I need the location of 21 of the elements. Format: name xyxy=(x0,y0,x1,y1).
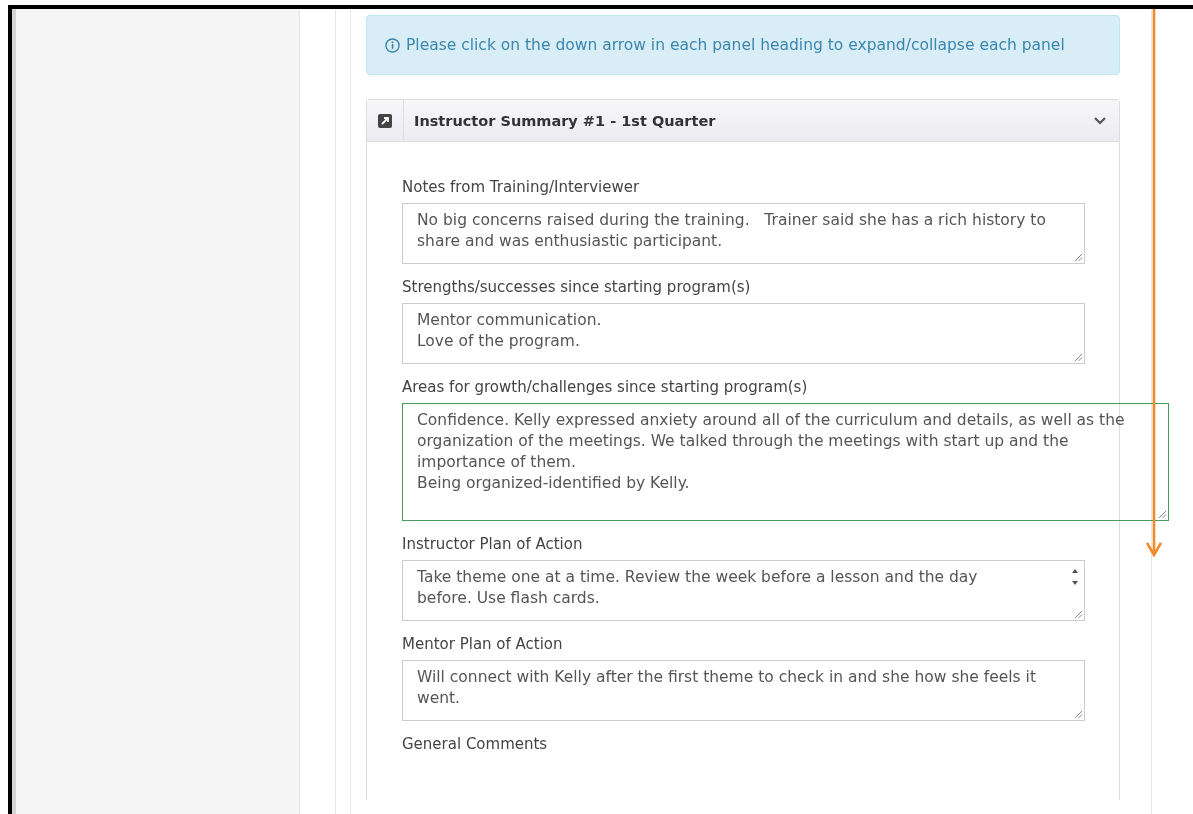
info-icon xyxy=(385,38,400,53)
field-label: Mentor Plan of Action xyxy=(402,635,564,653)
resize-grip-icon[interactable] xyxy=(1074,710,1083,719)
field-label: General Comments xyxy=(402,735,549,753)
resize-grip-icon[interactable] xyxy=(1074,353,1083,362)
panel-title: Instructor Summary #1 - 1st Quarter xyxy=(414,112,717,129)
external-link-icon[interactable] xyxy=(378,113,392,128)
resize-grip-icon[interactable] xyxy=(1074,253,1083,262)
field-label: Notes from Training/Interviewer xyxy=(402,178,641,196)
field-label: Areas for growth/challenges since starting program(s) xyxy=(402,378,809,396)
text-area[interactable]: No big concerns raised during the training. Trainer said she has a rich history to share and was enthusiastic participant. xyxy=(402,203,1085,264)
alert-text: Please click on the down arrow in each panel heading to expand/collapse each panel xyxy=(406,35,1065,56)
text-area[interactable]: Take theme one at a time. Review the week before a lesson and the day before. Use flash cards. xyxy=(402,560,1085,621)
chevron-down-icon[interactable] xyxy=(1093,115,1107,126)
text-area[interactable]: Mentor communication. Love of the program. xyxy=(402,303,1085,364)
field-label: Strengths/successes since starting program(s) xyxy=(402,278,752,296)
resize-grip-icon[interactable] xyxy=(1074,610,1083,619)
text-area[interactable]: Will connect with Kelly after the first theme to check in and she how she feels it went. xyxy=(402,660,1085,721)
field-label: Instructor Plan of Action xyxy=(402,535,584,553)
resize-grip-icon[interactable] xyxy=(1158,510,1167,519)
text-area[interactable]: Confidence. Kelly expressed anxiety around all of the curriculum and details, as well as the organization of the meetings. We talked through the meetings with start up and the importance of them. Being organized-identified by Kelly. xyxy=(402,403,1169,521)
